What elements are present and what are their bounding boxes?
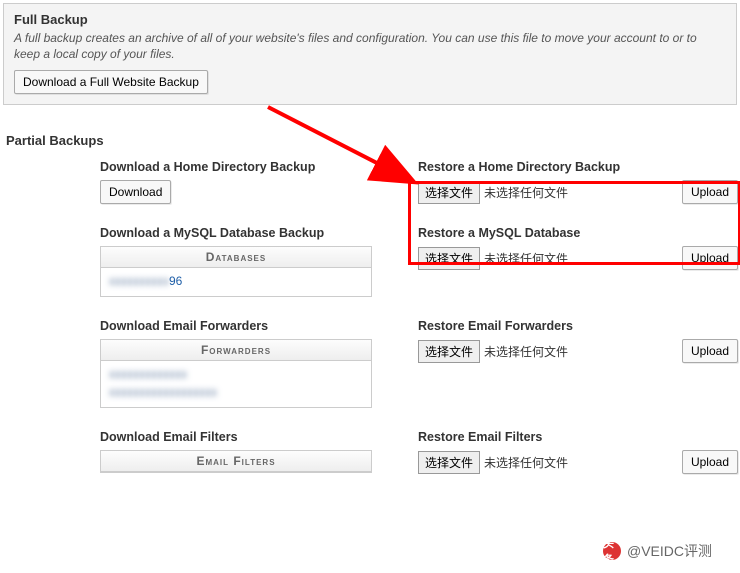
full-backup-panel: Full Backup A full backup creates an arc… [3, 3, 737, 105]
upload-filters-button[interactable]: Upload [682, 450, 738, 474]
download-full-backup-button[interactable]: Download a Full Website Backup [14, 70, 208, 94]
download-mysql-title: Download a MySQL Database Backup [100, 226, 400, 240]
upload-home-button[interactable]: Upload [682, 180, 738, 204]
restore-home-title: Restore a Home Directory Backup [418, 160, 738, 174]
filters-panel-header: Email Filters [101, 451, 371, 472]
filters-panel: Email Filters [100, 450, 372, 473]
partial-backups-heading: Partial Backups [6, 133, 740, 148]
databases-panel-header: Databases [101, 247, 371, 268]
file-status-home: 未选择任何文件 [484, 184, 568, 201]
download-home-button[interactable]: Download [100, 180, 171, 204]
watermark-text: @VEIDC评测 [627, 541, 712, 561]
row-mysql: Download a MySQL Database Backup Databas… [0, 226, 740, 297]
restore-forwarders-title: Restore Email Forwarders [418, 319, 738, 333]
watermark: 头条 @VEIDC评测 [603, 541, 712, 561]
file-status-filters: 未选择任何文件 [484, 454, 568, 471]
forwarders-panel-header: Forwarders [101, 340, 371, 361]
database-name-blurred: xxxxxxxxxx [109, 274, 169, 288]
choose-file-mysql-button[interactable]: 选择文件 [418, 247, 480, 270]
database-name-suffix: 96 [169, 274, 182, 288]
row-home-directory: Download a Home Directory Backup Downloa… [0, 160, 740, 204]
full-backup-title: Full Backup [14, 12, 726, 27]
full-backup-description: A full backup creates an archive of all … [14, 31, 726, 62]
upload-forwarders-button[interactable]: Upload [682, 339, 738, 363]
upload-mysql-button[interactable]: Upload [682, 246, 738, 270]
choose-file-forwarders-button[interactable]: 选择文件 [418, 340, 480, 363]
file-status-mysql: 未选择任何文件 [484, 250, 568, 267]
row-forwarders: Download Email Forwarders Forwarders xxx… [0, 319, 740, 408]
choose-file-filters-button[interactable]: 选择文件 [418, 451, 480, 474]
choose-file-home-button[interactable]: 选择文件 [418, 181, 480, 204]
databases-panel: Databases xxxxxxxxxx96 [100, 246, 372, 297]
row-filters: Download Email Filters Email Filters Res… [0, 430, 740, 474]
forwarder-link-1[interactable]: xxxxxxxxxxxxx [109, 367, 187, 381]
watermark-logo-icon: 头条 [603, 542, 621, 560]
database-link[interactable]: xxxxxxxxxx96 [109, 274, 182, 288]
file-status-forwarders: 未选择任何文件 [484, 343, 568, 360]
restore-filters-title: Restore Email Filters [418, 430, 738, 444]
download-home-title: Download a Home Directory Backup [100, 160, 400, 174]
forwarders-panel: Forwarders xxxxxxxxxxxxx xxxxxxxxxxxxxxx… [100, 339, 372, 408]
restore-mysql-title: Restore a MySQL Database [418, 226, 738, 240]
download-forwarders-title: Download Email Forwarders [100, 319, 400, 333]
forwarder-link-2[interactable]: xxxxxxxxxxxxxxxxxx [109, 385, 217, 399]
download-filters-title: Download Email Filters [100, 430, 400, 444]
